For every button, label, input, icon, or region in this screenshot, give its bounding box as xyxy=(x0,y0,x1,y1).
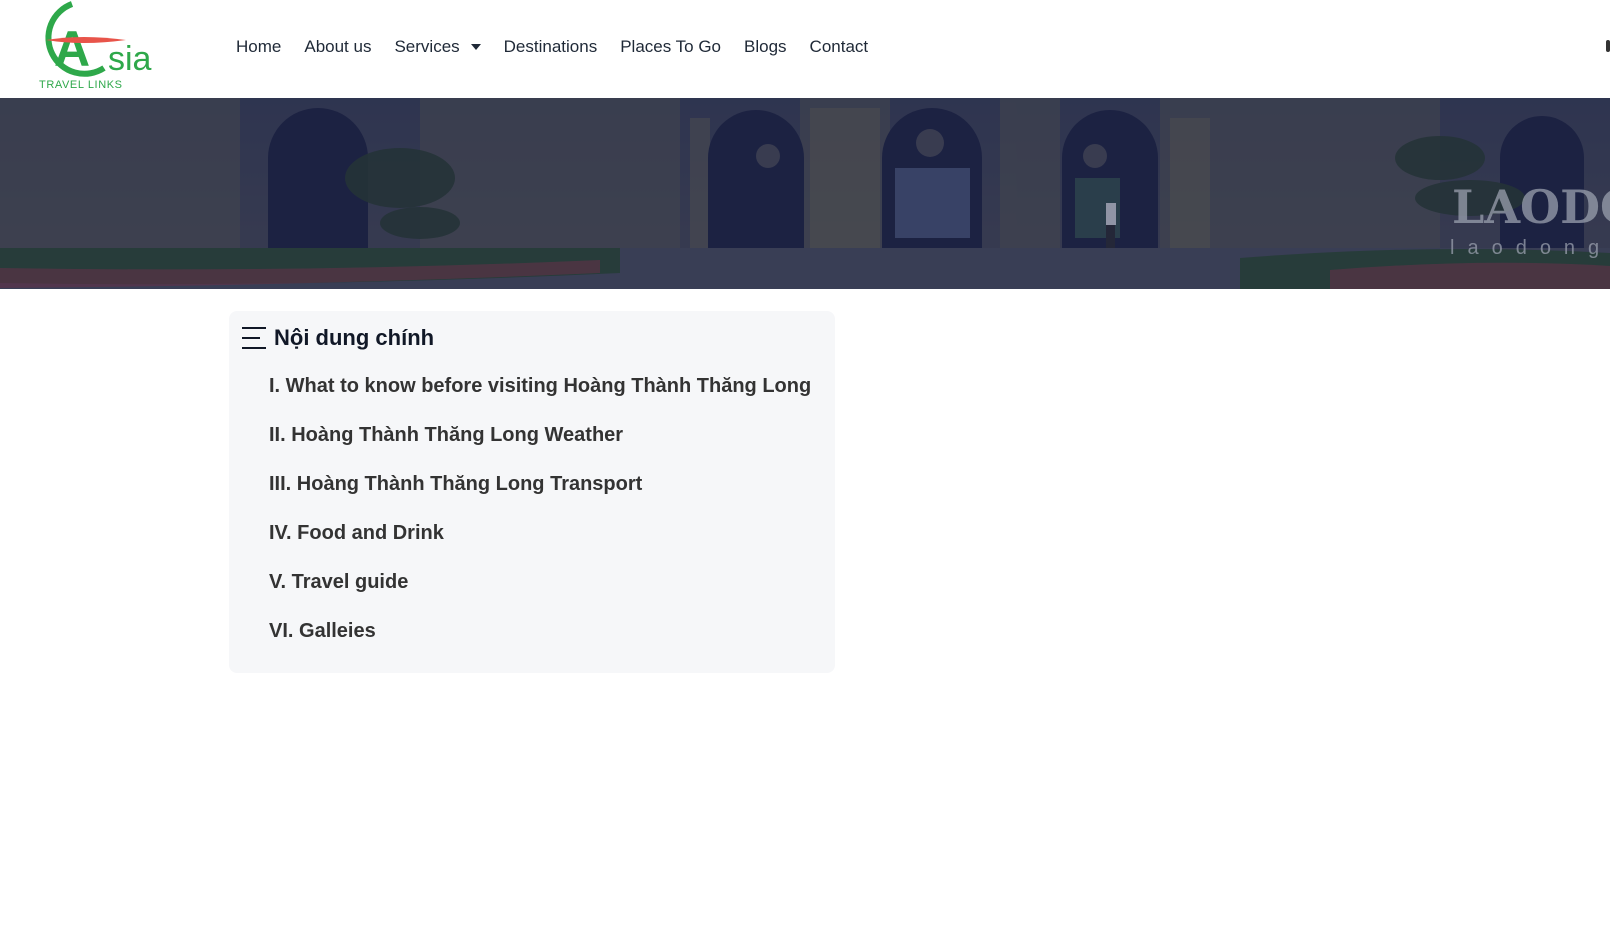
nav-services[interactable]: Services xyxy=(394,36,481,58)
toc-item-6[interactable]: VI. Galleies xyxy=(269,620,811,669)
svg-text:sia: sia xyxy=(108,40,152,78)
nav-contact[interactable]: Contact xyxy=(810,36,869,58)
nav-about-us[interactable]: About us xyxy=(304,36,371,58)
toc-item-1[interactable]: I. What to know before visiting Hoàng Th… xyxy=(269,375,811,424)
logo-tagline: TRAVEL LINKS xyxy=(39,79,123,91)
banner-watermark: LAODO xyxy=(1452,180,1610,234)
citadel-gate-image: LAODO laodong xyxy=(0,98,1610,289)
nav-places-to-go[interactable]: Places To Go xyxy=(620,36,721,58)
site-logo[interactable]: A sia TRAVEL LINKS xyxy=(32,0,178,94)
nav-destinations[interactable]: Destinations xyxy=(504,36,598,58)
nav-home[interactable]: Home xyxy=(236,36,281,58)
toc-header[interactable]: Nội dung chính xyxy=(240,325,434,351)
toc-item-4[interactable]: IV. Food and Drink xyxy=(269,522,811,571)
banner-watermark-sub: laodong xyxy=(1450,237,1610,259)
toc-title: Nội dung chính xyxy=(274,325,435,350)
svg-text:A: A xyxy=(54,21,90,77)
table-of-contents: Nội dung chính I. What to know before vi… xyxy=(229,311,835,673)
main-nav: Home About us Services Destinations Plac… xyxy=(236,36,891,58)
caret-down-icon xyxy=(470,44,481,50)
nav-blogs[interactable]: Blogs xyxy=(744,36,787,58)
logo-mark-icon: A sia xyxy=(45,1,152,78)
hero-banner: LAODO laodong xyxy=(0,98,1610,289)
toc-list: I. What to know before visiting Hoàng Th… xyxy=(269,375,811,669)
toc-item-3[interactable]: III. Hoàng Thành Thăng Long Transport xyxy=(269,473,811,522)
menu-lines-icon xyxy=(242,327,266,349)
toc-item-2[interactable]: II. Hoàng Thành Thăng Long Weather xyxy=(269,424,811,473)
site-header: A sia TRAVEL LINKS Home About us Service… xyxy=(0,0,1610,98)
toc-item-5[interactable]: V. Travel guide xyxy=(269,571,811,620)
header-edge-control[interactable] xyxy=(1606,40,1610,52)
